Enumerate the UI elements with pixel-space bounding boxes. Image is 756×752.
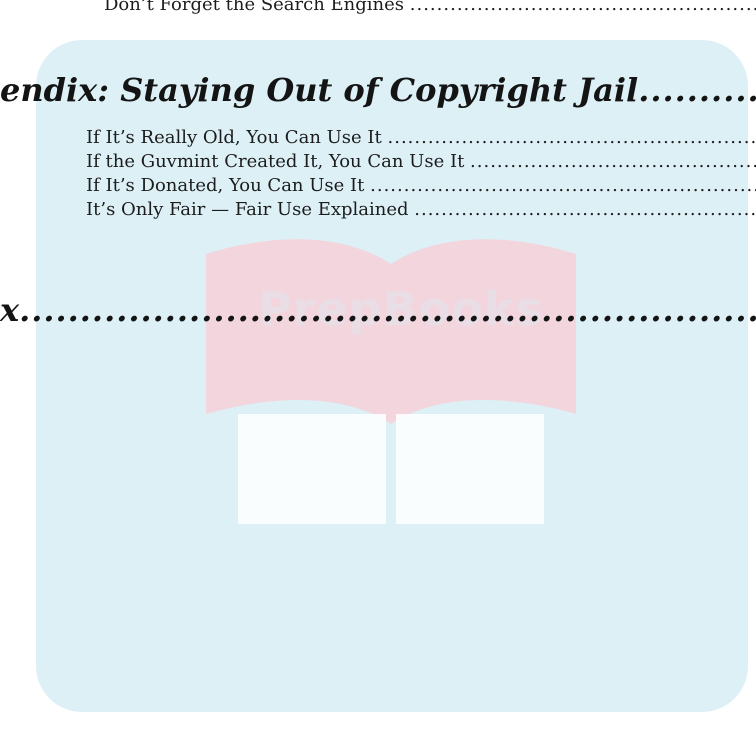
entry-title: If It’s Donated, You Can Use It	[86, 175, 365, 196]
dot-leader: ........................................…	[414, 199, 756, 220]
dot-leader: ........................................…	[387, 127, 756, 148]
dot-leader: ........................................…	[409, 0, 756, 15]
heading-title: x	[0, 291, 20, 329]
entry-title: Don’t Forget the Search Engines	[104, 0, 405, 15]
dot-leader: ........................................…	[370, 175, 756, 196]
entry-title: If the Guvmint Created It, You Can Use I…	[86, 151, 465, 172]
dot-leader: .......................	[638, 71, 756, 109]
toc-entry-search-engines: Don’t Forget the Search Engines ........…	[104, 0, 756, 15]
book-logo-watermark	[206, 239, 576, 524]
heading-title: endix: Staying Out of Copyright Jail	[0, 71, 639, 109]
dot-leader: ........................................…	[19, 291, 756, 329]
entry-title: If It’s Really Old, You Can Use It	[86, 127, 382, 148]
toc-entry-2: If the Guvmint Created It, You Can Use I…	[86, 151, 756, 173]
toc-entry-1: If It’s Really Old, You Can Use It .....…	[86, 127, 756, 149]
entry-title: It’s Only Fair — Fair Use Explained	[86, 199, 409, 220]
toc-entry-3: If It’s Donated, You Can Use It ........…	[86, 175, 756, 197]
toc-entry-4: It’s Only Fair — Fair Use Explained ....…	[86, 199, 756, 221]
index-heading: x.......................................…	[0, 290, 756, 330]
dot-leader: ........................................…	[470, 151, 756, 172]
appendix-heading: endix: Staying Out of Copyright Jail....…	[0, 70, 756, 110]
